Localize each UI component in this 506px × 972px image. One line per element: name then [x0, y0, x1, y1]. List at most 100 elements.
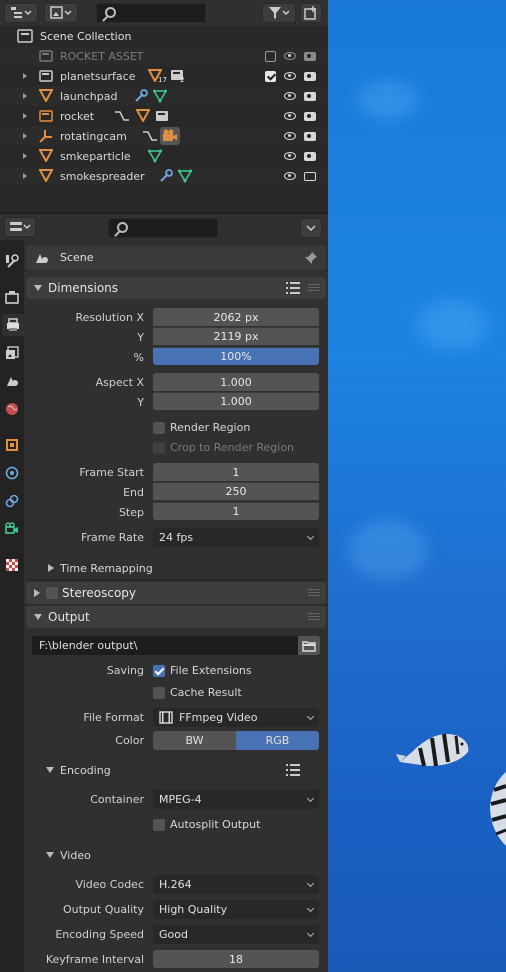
frame-end-field[interactable]: 250	[153, 482, 319, 500]
tab-constraints[interactable]	[2, 490, 22, 512]
aspect-x-field[interactable]: 1.000	[153, 373, 319, 391]
viewport-render-preview[interactable]	[328, 0, 506, 972]
folder-icon	[302, 640, 316, 652]
chevron-down-icon	[306, 225, 316, 232]
tab-object[interactable]	[2, 434, 22, 456]
drag-grip-icon[interactable]	[308, 589, 320, 597]
camera-render-icon[interactable]	[303, 149, 317, 163]
output-path-input[interactable]: F:\blender output\	[32, 636, 298, 655]
constraint-icon	[143, 131, 157, 141]
browse-folder-button[interactable]	[298, 636, 320, 655]
encoding-speed-dropdown[interactable]: Good	[153, 925, 319, 944]
properties-search-input[interactable]	[108, 218, 218, 238]
editor-type-button[interactable]	[4, 3, 38, 23]
pin-icon[interactable]	[304, 251, 318, 265]
tab-texture[interactable]	[2, 554, 22, 576]
container-dropdown[interactable]: MPEG-4	[153, 790, 319, 809]
striped-fish-image	[396, 733, 469, 767]
filter-button[interactable]	[262, 3, 296, 23]
eye-icon[interactable]	[283, 109, 297, 123]
exclude-checkbox[interactable]	[263, 69, 277, 83]
stereoscopy-checkbox[interactable]	[46, 587, 58, 599]
panel-output-header[interactable]: Output	[26, 606, 326, 628]
child-count-badge: 17	[158, 76, 167, 84]
properties-editor-type-button[interactable]	[4, 217, 36, 237]
eye-icon[interactable]	[283, 69, 297, 83]
aspect-y-field[interactable]: 1.000	[153, 392, 319, 410]
scene-collection-row[interactable]: Scene Collection	[0, 26, 328, 46]
properties-options-button[interactable]	[300, 218, 322, 238]
file-format-dropdown[interactable]: FFmpeg Video	[153, 708, 319, 727]
resolution-y-field[interactable]: 2119 px	[153, 327, 319, 345]
color-rgb-button[interactable]: RGB	[236, 731, 319, 750]
frame-step-field[interactable]: 1	[153, 502, 319, 520]
resolution-percent-slider[interactable]: 100%	[153, 347, 319, 365]
file-extensions-checkbox[interactable]	[153, 665, 165, 677]
expand-arrow-icon[interactable]	[23, 153, 27, 159]
crop-region-checkbox[interactable]	[153, 442, 165, 454]
outliner-item-smkeparticle[interactable]: smkeparticle	[0, 146, 328, 166]
encoding-subpanel-header[interactable]: Encoding	[26, 758, 326, 782]
container-label: Container	[90, 793, 144, 806]
camera-render-icon[interactable]	[303, 89, 317, 103]
render-region-checkbox[interactable]	[153, 422, 165, 434]
left-editor-area: Scene Collection ROCKET ASSET planetsurf…	[0, 0, 328, 972]
drag-grip-icon[interactable]	[308, 613, 320, 621]
eye-icon[interactable]	[283, 149, 297, 163]
cache-result-checkbox[interactable]	[153, 687, 165, 699]
tab-tool[interactable]	[2, 250, 22, 272]
eye-icon[interactable]	[283, 89, 297, 103]
outliner-item-rocket[interactable]: rocket	[0, 106, 328, 126]
presets-list-icon[interactable]	[286, 764, 300, 776]
collection-icon	[39, 50, 53, 62]
constraint-tab-icon	[5, 494, 19, 508]
tab-scene[interactable]	[2, 370, 22, 392]
keyframe-interval-field[interactable]: 18	[153, 950, 319, 968]
eye-icon[interactable]	[283, 169, 297, 183]
video-codec-dropdown[interactable]: H.264	[153, 875, 319, 894]
outliner-search-input[interactable]	[96, 3, 206, 23]
camera-render-icon[interactable]	[303, 129, 317, 143]
eye-icon[interactable]	[283, 129, 297, 143]
expand-arrow-icon[interactable]	[23, 133, 27, 139]
time-remapping-subpanel[interactable]: Time Remapping	[26, 558, 326, 578]
outliner-item-planetsurface[interactable]: planetsurface 17 2	[0, 66, 328, 86]
display-mode-button[interactable]	[44, 3, 78, 23]
frame-rate-dropdown[interactable]: 24 fps	[153, 528, 319, 547]
camera-render-icon[interactable]	[303, 49, 317, 63]
tab-view-layer[interactable]	[2, 342, 22, 364]
outliner-item-rocket-asset[interactable]: ROCKET ASSET	[0, 46, 328, 66]
output-quality-dropdown[interactable]: High Quality	[153, 900, 319, 919]
tab-world[interactable]	[2, 398, 22, 420]
tab-output[interactable]	[2, 314, 24, 336]
tab-object-data[interactable]	[2, 518, 22, 540]
color-bw-button[interactable]: BW	[153, 731, 236, 750]
expand-arrow-icon[interactable]	[23, 93, 27, 99]
panel-title: Stereoscopy	[62, 586, 137, 600]
camera-render-icon[interactable]	[303, 69, 317, 83]
panel-dimensions-header[interactable]: Dimensions	[26, 277, 326, 299]
eye-icon[interactable]	[283, 49, 297, 63]
tab-physics[interactable]	[2, 462, 22, 484]
expand-arrow-icon[interactable]	[23, 113, 27, 119]
presets-list-icon[interactable]	[286, 282, 300, 294]
outliner-item-rotatingcam[interactable]: rotatingcam	[0, 126, 328, 146]
video-subpanel-header[interactable]: Video	[26, 843, 326, 867]
autosplit-checkbox[interactable]	[153, 819, 165, 831]
resolution-x-field[interactable]: 2062 px	[153, 308, 319, 326]
drag-grip-icon[interactable]	[308, 284, 320, 292]
outliner-item-smokespreader[interactable]: smokespreader	[0, 166, 328, 186]
new-collection-button[interactable]	[300, 3, 322, 23]
panel-stereoscopy-header[interactable]: Stereoscopy	[26, 582, 326, 604]
expand-arrow-icon[interactable]	[23, 173, 27, 179]
camera-render-disabled-icon[interactable]	[303, 169, 317, 183]
frame-start-field[interactable]: 1	[153, 463, 319, 481]
modifier-wrench-icon	[135, 89, 148, 102]
tab-render[interactable]	[2, 286, 22, 308]
chevron-down-icon	[306, 532, 315, 541]
exclude-checkbox[interactable]	[263, 49, 277, 63]
outliner-item-launchpad[interactable]: launchpad	[0, 86, 328, 106]
expand-arrow-icon[interactable]	[23, 73, 27, 79]
properties-tab-bar	[0, 240, 24, 972]
camera-render-icon[interactable]	[303, 109, 317, 123]
